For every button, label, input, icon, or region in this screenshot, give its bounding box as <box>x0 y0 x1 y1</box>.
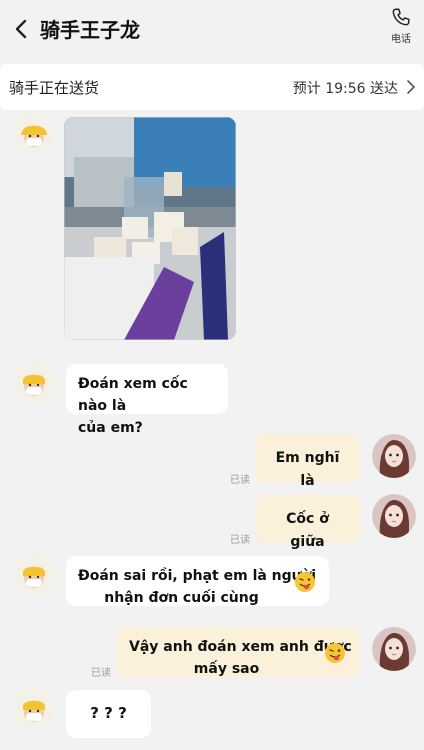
phone-label: 电话 <box>391 34 411 45</box>
rider-avatar[interactable] <box>13 362 55 404</box>
rider-avatar[interactable] <box>13 554 55 596</box>
message-line: Vậy anh đoán xem anh được <box>129 639 352 655</box>
message-text: Cốc ở giữa <box>286 511 329 550</box>
message-bubble-rider[interactable]: ? ? ? <box>66 690 151 738</box>
read-receipt: 已读 <box>230 475 250 486</box>
message-text: ? ? ? <box>90 704 127 722</box>
message-line: Đoán sai rồi, phạt em là người <box>78 568 317 584</box>
tongue-wink-emoji-icon <box>324 642 346 664</box>
rider-avatar[interactable] <box>13 113 55 155</box>
back-chevron-icon[interactable] <box>10 16 34 42</box>
message-line: mấy sao <box>193 661 260 677</box>
delivery-eta: 预计 19:56 送达 <box>292 81 398 97</box>
user-avatar[interactable] <box>372 627 416 671</box>
read-receipt: 已读 <box>91 668 111 679</box>
rider-avatar[interactable] <box>13 688 55 730</box>
message-bubble-user[interactable]: Cốc ở giữa <box>255 495 360 550</box>
chevron-right-icon <box>404 79 418 95</box>
shared-photo[interactable] <box>64 117 236 340</box>
page-title: 骑手王子龙 <box>40 18 140 42</box>
user-avatar[interactable] <box>372 494 416 538</box>
call-button[interactable]: 电话 <box>384 6 418 50</box>
user-avatar[interactable] <box>372 434 416 478</box>
read-receipt: 已读 <box>230 535 250 546</box>
message-bubble-rider[interactable]: Đoán xem cốc nào là của em? <box>66 364 228 436</box>
message-bubble-user[interactable]: Vậy anh đoán xem anh được mấy sao <box>117 627 360 677</box>
message-bubble-user[interactable]: Em nghĩ là <box>255 434 360 489</box>
chat-header: 骑手王子龙 电话 <box>0 0 424 60</box>
message-text: Em nghĩ là <box>275 450 340 489</box>
phone-icon <box>384 6 418 28</box>
tongue-wink-emoji-icon <box>294 571 316 593</box>
delivery-status-bar[interactable]: 骑手正在送货 预计 19:56 送达 <box>0 64 424 110</box>
message-line: của em? <box>78 420 143 436</box>
delivery-status-text: 骑手正在送货 <box>9 79 100 97</box>
message-bubble-rider[interactable]: Đoán sai rồi, phạt em là người nhận đơn … <box>66 556 329 606</box>
message-line: nhận đơn cuối cùng <box>104 590 259 606</box>
message-line: Đoán xem cốc nào là <box>78 376 188 414</box>
